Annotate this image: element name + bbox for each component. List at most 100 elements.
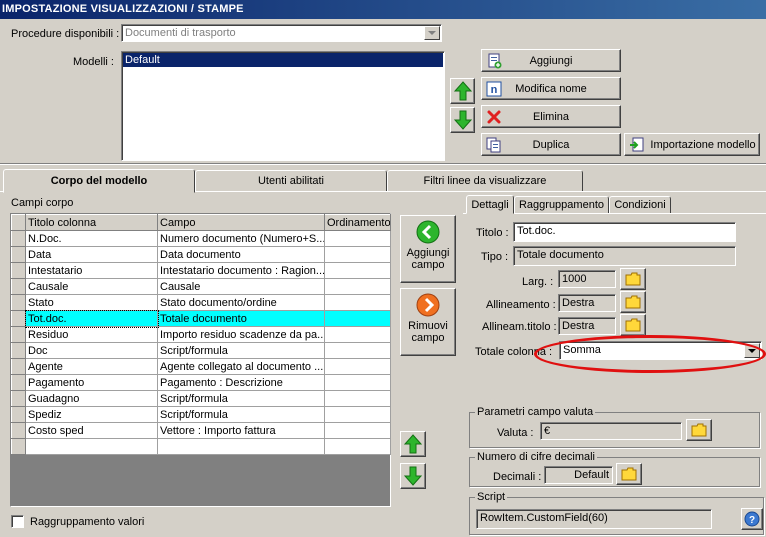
- table-cell[interactable]: [324, 310, 391, 327]
- script-help-button[interactable]: ?: [741, 508, 763, 530]
- table-cell[interactable]: Script/formula: [157, 342, 325, 359]
- rimuovi-campo-button[interactable]: Rimuovi campo: [400, 288, 456, 356]
- table-row[interactable]: Intestatario Intestatario documento : Rag…: [11, 262, 391, 279]
- move-down-button[interactable]: [450, 107, 475, 133]
- allineam-titolo-folder-button[interactable]: [620, 314, 646, 336]
- larg-folder-button[interactable]: [620, 268, 646, 290]
- table-cell[interactable]: Stato documento/ordine: [157, 294, 325, 311]
- table-cell[interactable]: [324, 422, 391, 439]
- tab-condizioni[interactable]: Condizioni: [609, 196, 671, 213]
- table-cell[interactable]: [324, 262, 391, 279]
- table-cell[interactable]: [324, 278, 391, 295]
- row-indicator[interactable]: [11, 358, 26, 375]
- table-cell[interactable]: Data documento: [157, 246, 325, 263]
- table-cell[interactable]: Stato: [25, 294, 158, 311]
- elimina-button[interactable]: Elimina: [481, 105, 621, 128]
- field-down-button[interactable]: [400, 463, 426, 489]
- totale-colonna-dropdown[interactable]: Somma: [559, 341, 762, 360]
- table-cell[interactable]: Guadagno: [25, 390, 158, 407]
- table-cell[interactable]: Agente: [25, 358, 158, 375]
- table-cell[interactable]: Doc: [25, 342, 158, 359]
- table-row[interactable]: Agente Agente collegato al documento ...: [11, 358, 391, 375]
- field-up-button[interactable]: [400, 431, 426, 457]
- tab-raggruppamento[interactable]: Raggruppamento: [514, 196, 609, 213]
- table-cell[interactable]: Intestatario documento : Ragion...: [157, 262, 325, 279]
- table-cell[interactable]: Script/formula: [157, 406, 325, 423]
- tab-utenti-abilitati[interactable]: Utenti abilitati: [195, 170, 387, 191]
- tab-dettagli[interactable]: Dettagli: [466, 195, 514, 214]
- modifica-nome-button[interactable]: n Modifica nome: [481, 77, 621, 100]
- aggiungi-button[interactable]: Aggiungi: [481, 49, 621, 72]
- allineamento-folder-button[interactable]: [620, 291, 646, 313]
- duplica-button[interactable]: Duplica: [481, 133, 621, 156]
- table-cell[interactable]: Intestatario: [25, 262, 158, 279]
- table-cell[interactable]: Totale documento: [157, 310, 325, 327]
- table-cell[interactable]: N.Doc.: [25, 230, 158, 247]
- tab-corpo-del-modello[interactable]: Corpo del modello: [3, 169, 195, 193]
- row-indicator[interactable]: [11, 422, 26, 439]
- row-indicator[interactable]: [11, 390, 26, 407]
- table-cell[interactable]: Residuo: [25, 326, 158, 343]
- row-indicator[interactable]: [11, 438, 26, 455]
- table-cell[interactable]: Pagamento: [25, 374, 158, 391]
- table-row[interactable]: Residuo Importo residuo scadenze da pa...: [11, 326, 391, 343]
- table-cell[interactable]: [324, 246, 391, 263]
- table-cell[interactable]: Tot.doc.: [24, 309, 159, 328]
- table-cell[interactable]: [324, 342, 391, 359]
- procedure-dropdown[interactable]: Documenti di trasporto: [121, 24, 442, 42]
- table-row[interactable]: Spediz Script/formula: [11, 406, 391, 423]
- titolo-input[interactable]: Tot.doc.: [513, 222, 736, 242]
- move-up-button[interactable]: [450, 78, 475, 104]
- row-indicator[interactable]: [11, 374, 26, 391]
- table-cell[interactable]: Causale: [157, 278, 325, 295]
- table-cell[interactable]: [25, 438, 158, 455]
- table-cell[interactable]: [324, 230, 391, 247]
- table-row[interactable]: Data Data documento: [11, 246, 391, 263]
- table-row[interactable]: Doc Script/formula: [11, 342, 391, 359]
- row-indicator[interactable]: [11, 262, 26, 279]
- table-cell[interactable]: [324, 374, 391, 391]
- chevron-down-icon[interactable]: [744, 343, 760, 358]
- chevron-down-icon[interactable]: [424, 26, 440, 40]
- table-cell[interactable]: Pagamento : Descrizione: [157, 374, 325, 391]
- row-indicator[interactable]: [11, 246, 26, 263]
- table-cell[interactable]: [324, 294, 391, 311]
- row-indicator[interactable]: [11, 230, 26, 247]
- table-cell[interactable]: [324, 326, 391, 343]
- table-cell[interactable]: Agente collegato al documento ...: [157, 358, 325, 375]
- table-cell[interactable]: Numero documento (Numero+S...: [157, 230, 325, 247]
- decimali-folder-button[interactable]: [616, 463, 642, 485]
- list-item[interactable]: Default: [123, 53, 443, 67]
- table-cell[interactable]: Vettore : Importo fattura: [157, 422, 325, 439]
- column-header-campo[interactable]: Campo: [157, 214, 325, 231]
- table-row[interactable]: Costo sped Vettore : Importo fattura: [11, 422, 391, 439]
- table-cell[interactable]: [324, 390, 391, 407]
- valuta-folder-button[interactable]: [686, 419, 712, 441]
- table-row[interactable]: Pagamento Pagamento : Descrizione: [11, 374, 391, 391]
- table-cell[interactable]: Costo sped: [25, 422, 158, 439]
- table-cell[interactable]: Causale: [25, 278, 158, 295]
- table-row[interactable]: N.Doc. Numero documento (Numero+S...: [11, 230, 391, 247]
- column-header-ordinamento[interactable]: Ordinamento: [324, 214, 391, 231]
- table-row[interactable]: [11, 438, 391, 455]
- table-row[interactable]: Guadagno Script/formula: [11, 390, 391, 407]
- column-header-titolo[interactable]: Titolo colonna: [25, 214, 158, 231]
- table-cell[interactable]: Spediz: [25, 406, 158, 423]
- table-cell[interactable]: [324, 438, 391, 455]
- table-cell[interactable]: Importo residuo scadenze da pa...: [157, 326, 325, 343]
- row-indicator[interactable]: [11, 342, 26, 359]
- table-row[interactable]: Causale Causale: [11, 278, 391, 295]
- row-indicator[interactable]: [11, 310, 26, 327]
- table-cell[interactable]: [324, 406, 391, 423]
- row-indicator[interactable]: [11, 326, 26, 343]
- aggiungi-campo-button[interactable]: Aggiungi campo: [400, 215, 456, 283]
- campi-corpo-grid[interactable]: Titolo colonna Campo Ordinamento N.Doc. N…: [10, 213, 391, 507]
- row-indicator[interactable]: [11, 278, 26, 295]
- table-cell[interactable]: [157, 438, 325, 455]
- table-row[interactable]: Stato Stato documento/ordine: [11, 294, 391, 311]
- row-indicator[interactable]: [11, 294, 26, 311]
- table-cell[interactable]: Data: [25, 246, 158, 263]
- modelli-list[interactable]: Default: [121, 51, 445, 161]
- table-cell[interactable]: Script/formula: [157, 390, 325, 407]
- raggruppamento-checkbox[interactable]: [11, 515, 24, 528]
